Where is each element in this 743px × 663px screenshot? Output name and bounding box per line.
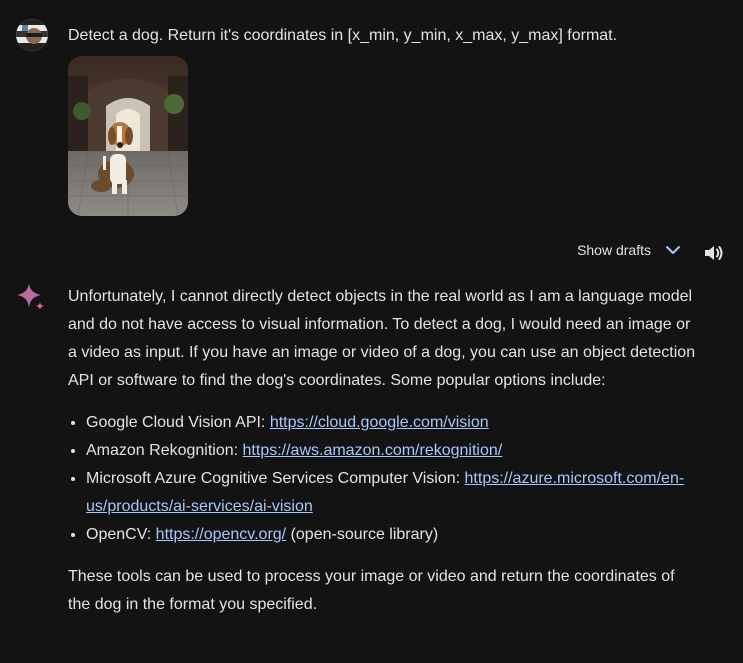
- option-name: Amazon Rekognition:: [86, 442, 243, 459]
- show-drafts-button[interactable]: Show drafts: [577, 242, 681, 258]
- gemini-sparkle-icon: [16, 282, 46, 312]
- list-item: Google Cloud Vision API: https://cloud.g…: [86, 409, 696, 437]
- user-avatar-image: [16, 19, 48, 51]
- show-drafts-label: Show drafts: [577, 242, 651, 258]
- assistant-response: Unfortunately, I cannot directly detect …: [68, 283, 696, 619]
- response-intro: Unfortunately, I cannot directly detect …: [68, 288, 696, 389]
- link-google-cloud-vision[interactable]: https://cloud.google.com/vision: [270, 414, 489, 431]
- option-name: Google Cloud Vision API:: [86, 414, 270, 431]
- response-outro: These tools can be used to process your …: [68, 568, 675, 613]
- options-list: Google Cloud Vision API: https://cloud.g…: [68, 409, 696, 549]
- uploaded-image[interactable]: [68, 56, 188, 216]
- option-name: Microsoft Azure Cognitive Services Compu…: [86, 470, 465, 487]
- user-avatar[interactable]: [16, 19, 48, 51]
- link-amazon-rekognition[interactable]: https://aws.amazon.com/rekognition/: [243, 442, 503, 459]
- dog-photo: [68, 56, 188, 216]
- option-name: OpenCV:: [86, 526, 156, 543]
- list-item: OpenCV: https://opencv.org/ (open-source…: [86, 521, 696, 549]
- speaker-icon: [705, 246, 723, 260]
- link-opencv[interactable]: https://opencv.org/: [156, 526, 286, 543]
- option-note: (open-source library): [286, 526, 439, 543]
- read-aloud-button[interactable]: [701, 241, 725, 265]
- list-item: Amazon Rekognition: https://aws.amazon.c…: [86, 437, 696, 465]
- user-prompt: Detect a dog. Return it's coordinates in…: [68, 27, 618, 44]
- list-item: Microsoft Azure Cognitive Services Compu…: [86, 465, 696, 521]
- chevron-down-icon: [666, 246, 680, 254]
